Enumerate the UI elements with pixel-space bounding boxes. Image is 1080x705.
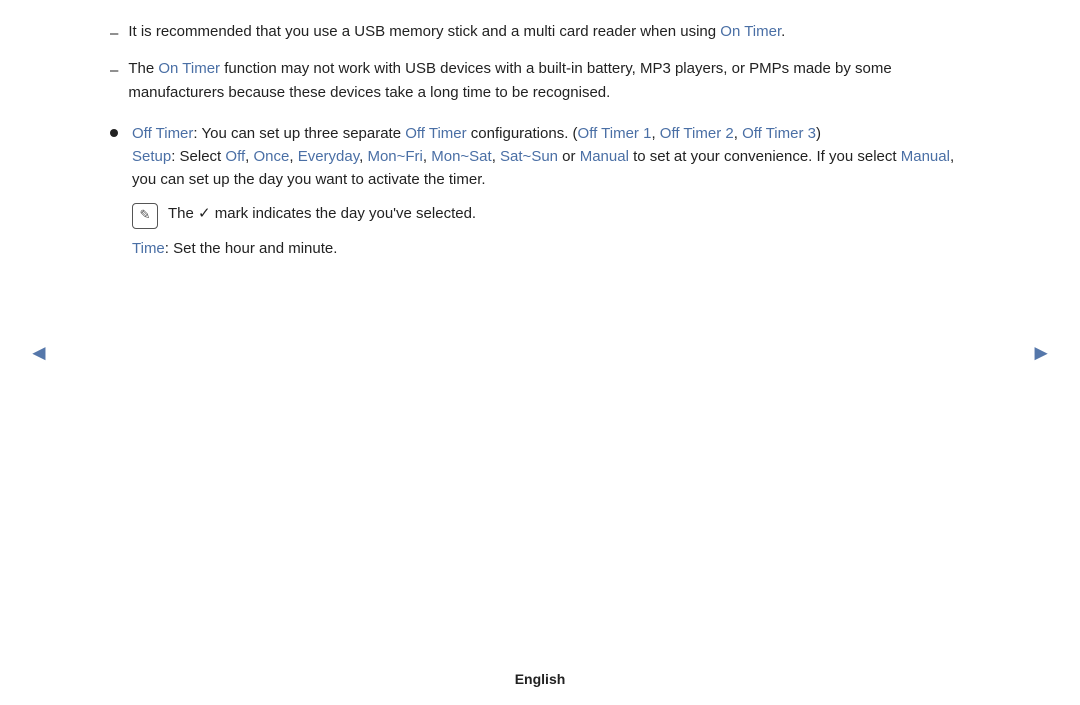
note-text: The ✓ mark indicates the day you've sele… — [168, 202, 476, 225]
list-item: – It is recommended that you use a USB m… — [110, 20, 970, 45]
dash-item-text: It is recommended that you use a USB mem… — [128, 20, 785, 43]
off-timer-label: Off Timer — [132, 125, 193, 142]
bullet-dot — [110, 129, 118, 137]
main-content: – It is recommended that you use a USB m… — [110, 20, 970, 645]
bullet-list: Off Timer: You can set up three separate… — [110, 122, 970, 260]
off-option: Off — [225, 148, 245, 165]
on-timer-link-1: On Timer — [720, 23, 781, 40]
check-mark: ✓ — [198, 205, 211, 222]
off-timer-ref: Off Timer — [405, 125, 466, 142]
off-timer-intro: Off Timer: You can set up three separate… — [132, 122, 970, 145]
dash-item-text: The On Timer function may not work with … — [128, 57, 970, 104]
next-page-button[interactable]: ► — [1030, 340, 1052, 366]
on-timer-link-2: On Timer — [158, 60, 220, 77]
once-option: Once — [253, 148, 289, 165]
time-line: Time: Set the hour and minute. — [132, 237, 970, 260]
mon-fri-option: Mon~Fri — [367, 148, 422, 165]
prev-page-button[interactable]: ◄ — [28, 340, 50, 366]
setup-label: Setup — [132, 148, 171, 165]
setup-line: Setup: Select Off, Once, Everyday, Mon~F… — [132, 145, 970, 192]
list-item: – The On Timer function may not work wit… — [110, 57, 970, 104]
manual-option-1: Manual — [580, 148, 629, 165]
off-timer-2: Off Timer 2 — [660, 125, 734, 142]
list-item: Off Timer: You can set up three separate… — [110, 122, 970, 260]
manual-option-2: Manual — [901, 148, 950, 165]
off-timer-1: Off Timer 1 — [578, 125, 652, 142]
note-box: The ✓ mark indicates the day you've sele… — [132, 202, 970, 229]
footer-language: English — [515, 671, 566, 687]
sat-sun-option: Sat~Sun — [500, 148, 558, 165]
time-label: Time — [132, 240, 165, 257]
off-timer-3: Off Timer 3 — [742, 125, 816, 142]
dash-list: – It is recommended that you use a USB m… — [110, 20, 970, 104]
left-arrow-icon: ◄ — [28, 340, 50, 365]
everyday-option: Everyday — [298, 148, 359, 165]
note-icon — [132, 203, 158, 229]
mon-sat-option: Mon~Sat — [431, 148, 491, 165]
dash-symbol: – — [110, 22, 118, 45]
bullet-content: Off Timer: You can set up three separate… — [132, 122, 970, 260]
right-arrow-icon: ► — [1030, 340, 1052, 365]
dash-symbol: – — [110, 59, 118, 82]
